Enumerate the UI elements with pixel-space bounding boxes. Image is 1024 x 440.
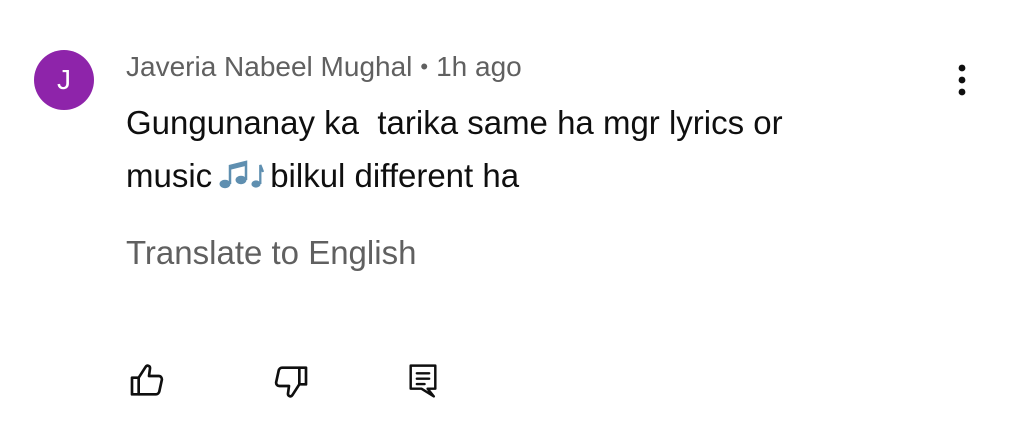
musical-notes-icon — [219, 160, 265, 189]
translate-link[interactable]: Translate to English — [126, 234, 416, 272]
comment-text: Gungunanay ka tarika same ha mgr lyrics … — [126, 96, 906, 202]
comment-text-line-2-end: bilkul different ha — [270, 157, 520, 194]
comment-item: J Javeria Nabeel Mughal • 1h ago Gunguna… — [0, 0, 1024, 440]
comment-menu-button[interactable] — [944, 58, 980, 102]
author-name[interactable]: Javeria Nabeel Mughal — [126, 51, 412, 83]
reply-comment-icon — [409, 364, 437, 398]
avatar-letter: J — [57, 64, 71, 95]
thumbs-down-icon — [274, 366, 308, 398]
thumbs-up-icon — [130, 364, 164, 396]
comment-text-line-2: music bilkul different ha — [126, 149, 906, 202]
comment-text-line-1: Gungunanay ka tarika same ha mgr lyrics … — [126, 104, 783, 141]
like-button[interactable] — [122, 356, 172, 406]
dislike-button[interactable] — [266, 356, 316, 406]
comment-meta: Javeria Nabeel Mughal • 1h ago — [126, 50, 522, 84]
avatar[interactable]: J — [34, 50, 94, 110]
more-vertical-icon — [958, 64, 966, 96]
comment-text-line-2-start: music — [126, 157, 213, 194]
meta-separator: • — [420, 54, 429, 79]
reply-button[interactable] — [398, 356, 448, 406]
comment-timestamp[interactable]: 1h ago — [436, 51, 522, 83]
